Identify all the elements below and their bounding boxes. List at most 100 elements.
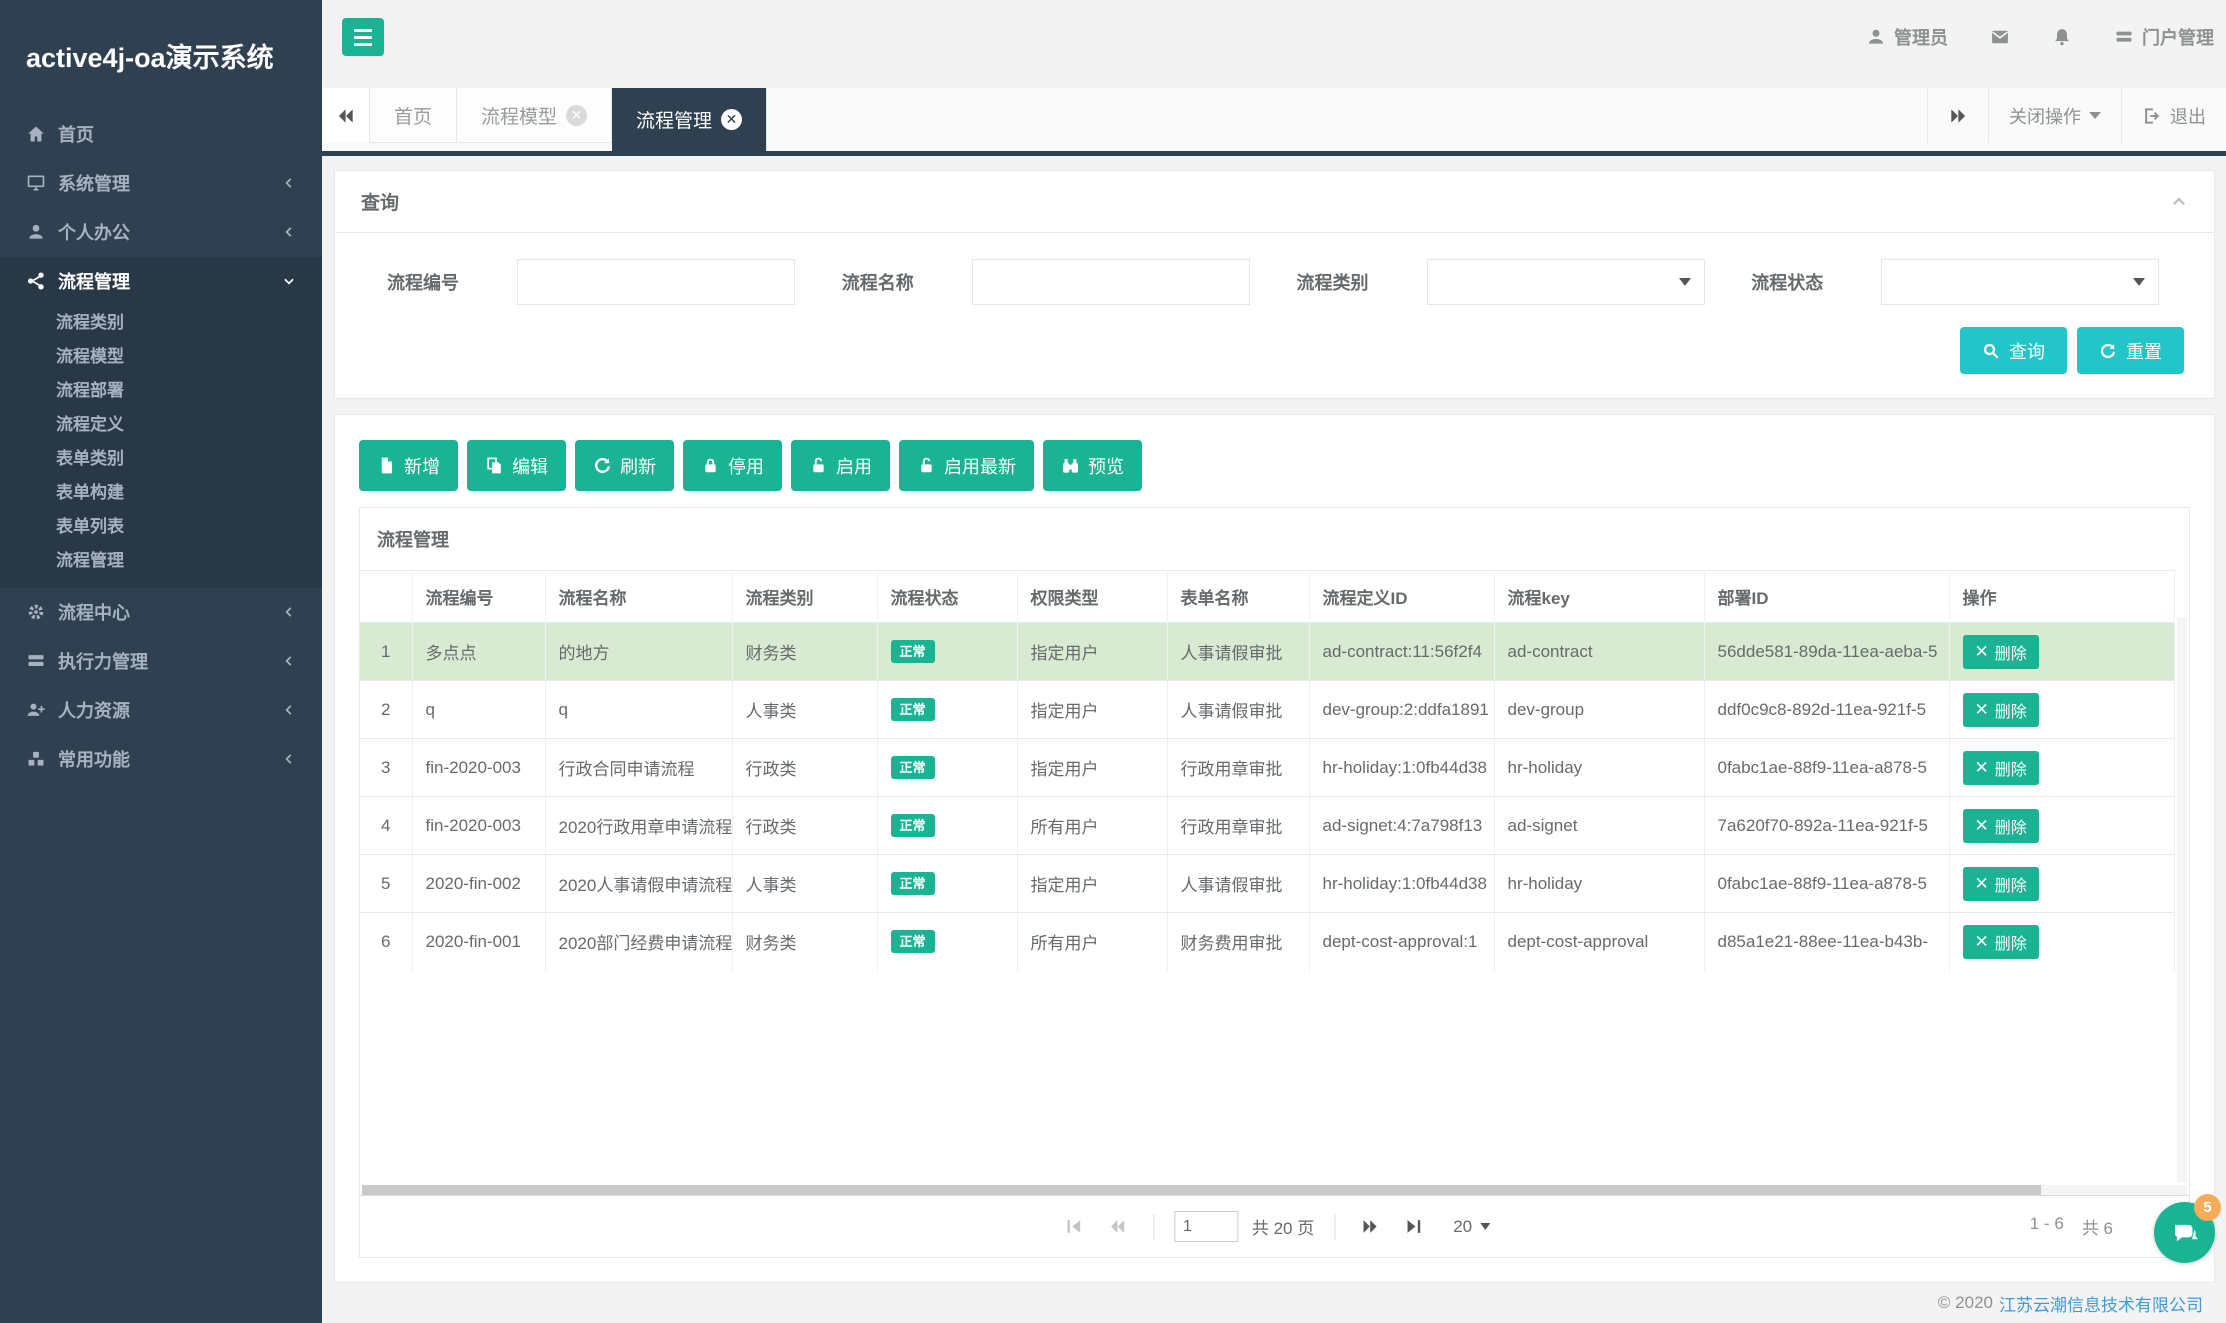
bell-icon (2052, 27, 2072, 47)
table-row[interactable]: 2 q q 人事类 正常 指定用户 人事请假审批 dev-group:2:ddf… (360, 681, 2175, 739)
process-status-select[interactable] (1881, 259, 2159, 305)
cell-form-name: 人事请假审批 (1167, 855, 1309, 913)
messages-button[interactable] (1990, 27, 2010, 47)
cell-process-name: 行政合同申请流程 (545, 739, 732, 797)
tabs-scroll-right-button[interactable] (1927, 88, 1988, 143)
menu-toggle-button[interactable] (342, 18, 384, 56)
tab-process-mgmt[interactable]: 流程管理 ✕ (612, 88, 767, 151)
cell-deploy-id: ddf0c9c8-892d-11ea-921f-5 (1704, 681, 1949, 739)
delete-button[interactable]: ✕删除 (1963, 925, 2039, 959)
sidebar-item-label: 首页 (58, 121, 296, 147)
process-name-input[interactable] (972, 259, 1250, 305)
tab-home[interactable]: 首页 (370, 88, 457, 143)
tab-process-model[interactable]: 流程模型 ✕ (457, 88, 612, 143)
page-number-input[interactable] (1174, 1211, 1238, 1242)
cell-definition-id: hr-holiday:1:0fb44d38 (1309, 855, 1494, 913)
table-row[interactable]: 4 fin-2020-003 2020行政用章申请流程 行政类 正常 所有用户 … (360, 797, 2175, 855)
sidebar-item-home[interactable]: 首页 (0, 110, 322, 159)
cell-deploy-id: d85a1e21-88ee-11ea-b43b- (1704, 913, 1949, 971)
tabs-scroll-left-button[interactable] (322, 88, 370, 143)
copyright-label: © 2020 (1938, 1293, 1993, 1313)
field-label: 流程编号 (387, 269, 473, 295)
status-badge: 正常 (891, 756, 935, 779)
chat-badge: 5 (2194, 1194, 2221, 1221)
sidebar-subitem[interactable]: 流程类别 (0, 306, 322, 340)
cell-definition-id: ad-contract:11:56f2f4 (1309, 623, 1494, 681)
cell-permission: 指定用户 (1017, 623, 1167, 681)
delete-button[interactable]: ✕删除 (1963, 635, 2039, 669)
total-pages-label: 共 20 页 (1252, 1214, 1314, 1239)
field-process-code: 流程编号 (365, 259, 820, 305)
envelope-icon (1990, 27, 2010, 47)
sidebar-item-process-mgmt[interactable]: 流程管理 (0, 257, 322, 306)
cell-process-name: q (545, 681, 732, 739)
page-size-select[interactable]: 20 (1453, 1217, 1490, 1237)
enable-latest-button[interactable]: 启用最新 (899, 440, 1034, 491)
button-label: 启用最新 (944, 453, 1016, 479)
close-operations-dropdown[interactable]: 关闭操作 (1988, 88, 2121, 143)
x-icon: ✕ (1975, 875, 1989, 892)
sidebar-item-system[interactable]: 系统管理 (0, 159, 322, 208)
vertical-scrollbar[interactable] (2177, 618, 2187, 1182)
sidebar-subitem[interactable]: 表单类别 (0, 442, 322, 476)
close-tab-icon[interactable]: ✕ (721, 109, 742, 130)
current-user[interactable]: 管理员 (1866, 24, 1948, 50)
edit-button[interactable]: 编辑 (467, 440, 566, 491)
horizontal-scrollbar[interactable] (362, 1185, 2187, 1195)
company-link[interactable]: 江苏云潮信息技术有限公司 (1999, 1291, 2203, 1316)
main-area: 管理员 门户管理 首页 流程模型 ✕ 流程管理 ✕ (322, 0, 2226, 1323)
sidebar-item-hr[interactable]: 人力资源 (0, 686, 322, 735)
refresh-button[interactable]: 刷新 (575, 440, 674, 491)
sidebar-subitem[interactable]: 表单构建 (0, 476, 322, 510)
sidebar-subitem[interactable]: 流程定义 (0, 408, 322, 442)
disable-button[interactable]: 停用 (683, 440, 782, 491)
cell-deploy-id: 56dde581-89da-11ea-aeba-5 (1704, 623, 1949, 681)
delete-button[interactable]: ✕删除 (1963, 751, 2039, 785)
process-category-select[interactable] (1427, 259, 1705, 305)
app-title: active4j-oa演示系统 (0, 0, 322, 110)
sidebar-subitem[interactable]: 流程模型 (0, 340, 322, 374)
sidebar-item-label: 人力资源 (58, 697, 282, 723)
delete-button[interactable]: ✕删除 (1963, 809, 2039, 843)
delete-button[interactable]: ✕删除 (1963, 867, 2039, 901)
share-icon (26, 271, 46, 291)
search-button[interactable]: 查询 (1960, 327, 2067, 374)
sidebar-item-execution[interactable]: 执行力管理 (0, 637, 322, 686)
sidebar-subitem[interactable]: 流程部署 (0, 374, 322, 408)
chevron-left-icon (282, 703, 296, 717)
sidebar-item-process-center[interactable]: 流程中心 (0, 588, 322, 637)
prev-page-button[interactable] (1103, 1212, 1133, 1242)
query-panel-title: 查询 (361, 188, 399, 215)
process-panel: 新增 编辑 刷新 停用 启用 (334, 414, 2215, 1283)
logout-button[interactable]: 退出 (2121, 88, 2226, 143)
cell-process-key: hr-holiday (1494, 739, 1704, 797)
sidebar-subitem[interactable]: 流程管理 (0, 544, 322, 578)
table-row[interactable]: 1 多点点 的地方 财务类 正常 指定用户 人事请假审批 ad-contract… (360, 623, 2175, 681)
first-page-button[interactable] (1059, 1212, 1089, 1242)
notifications-button[interactable] (2052, 27, 2072, 47)
reset-button[interactable]: 重置 (2077, 327, 2184, 374)
next-page-button[interactable] (1355, 1212, 1385, 1242)
table-row[interactable]: 6 2020-fin-001 2020部门经费申请流程 财务类 正常 所有用户 … (360, 913, 2175, 971)
chevron-left-icon (282, 176, 296, 190)
sidebar-subitem[interactable]: 表单列表 (0, 510, 322, 544)
collapse-panel-icon[interactable] (2170, 193, 2188, 211)
logout-icon (2142, 106, 2162, 126)
enable-button[interactable]: 启用 (791, 440, 890, 491)
sidebar-item-common[interactable]: 常用功能 (0, 735, 322, 784)
add-button[interactable]: 新增 (359, 440, 458, 491)
close-tab-icon[interactable]: ✕ (566, 105, 587, 126)
delete-label: 删除 (1995, 640, 2027, 664)
table-row[interactable]: 5 2020-fin-002 2020人事请假申请流程 人事类 正常 指定用户 … (360, 855, 2175, 913)
unlock-icon (809, 456, 828, 475)
chat-button[interactable]: 5 (2154, 1202, 2215, 1263)
portal-management[interactable]: 门户管理 (2114, 24, 2214, 50)
process-code-input[interactable] (517, 259, 795, 305)
cell-permission: 指定用户 (1017, 739, 1167, 797)
table-row[interactable]: 3 fin-2020-003 行政合同申请流程 行政类 正常 指定用户 行政用章… (360, 739, 2175, 797)
last-page-button[interactable] (1399, 1212, 1429, 1242)
delete-button[interactable]: ✕删除 (1963, 693, 2039, 727)
sidebar-item-personal[interactable]: 个人办公 (0, 208, 322, 257)
cell-definition-id: dept-cost-approval:1 (1309, 913, 1494, 971)
preview-button[interactable]: 预览 (1043, 440, 1142, 491)
